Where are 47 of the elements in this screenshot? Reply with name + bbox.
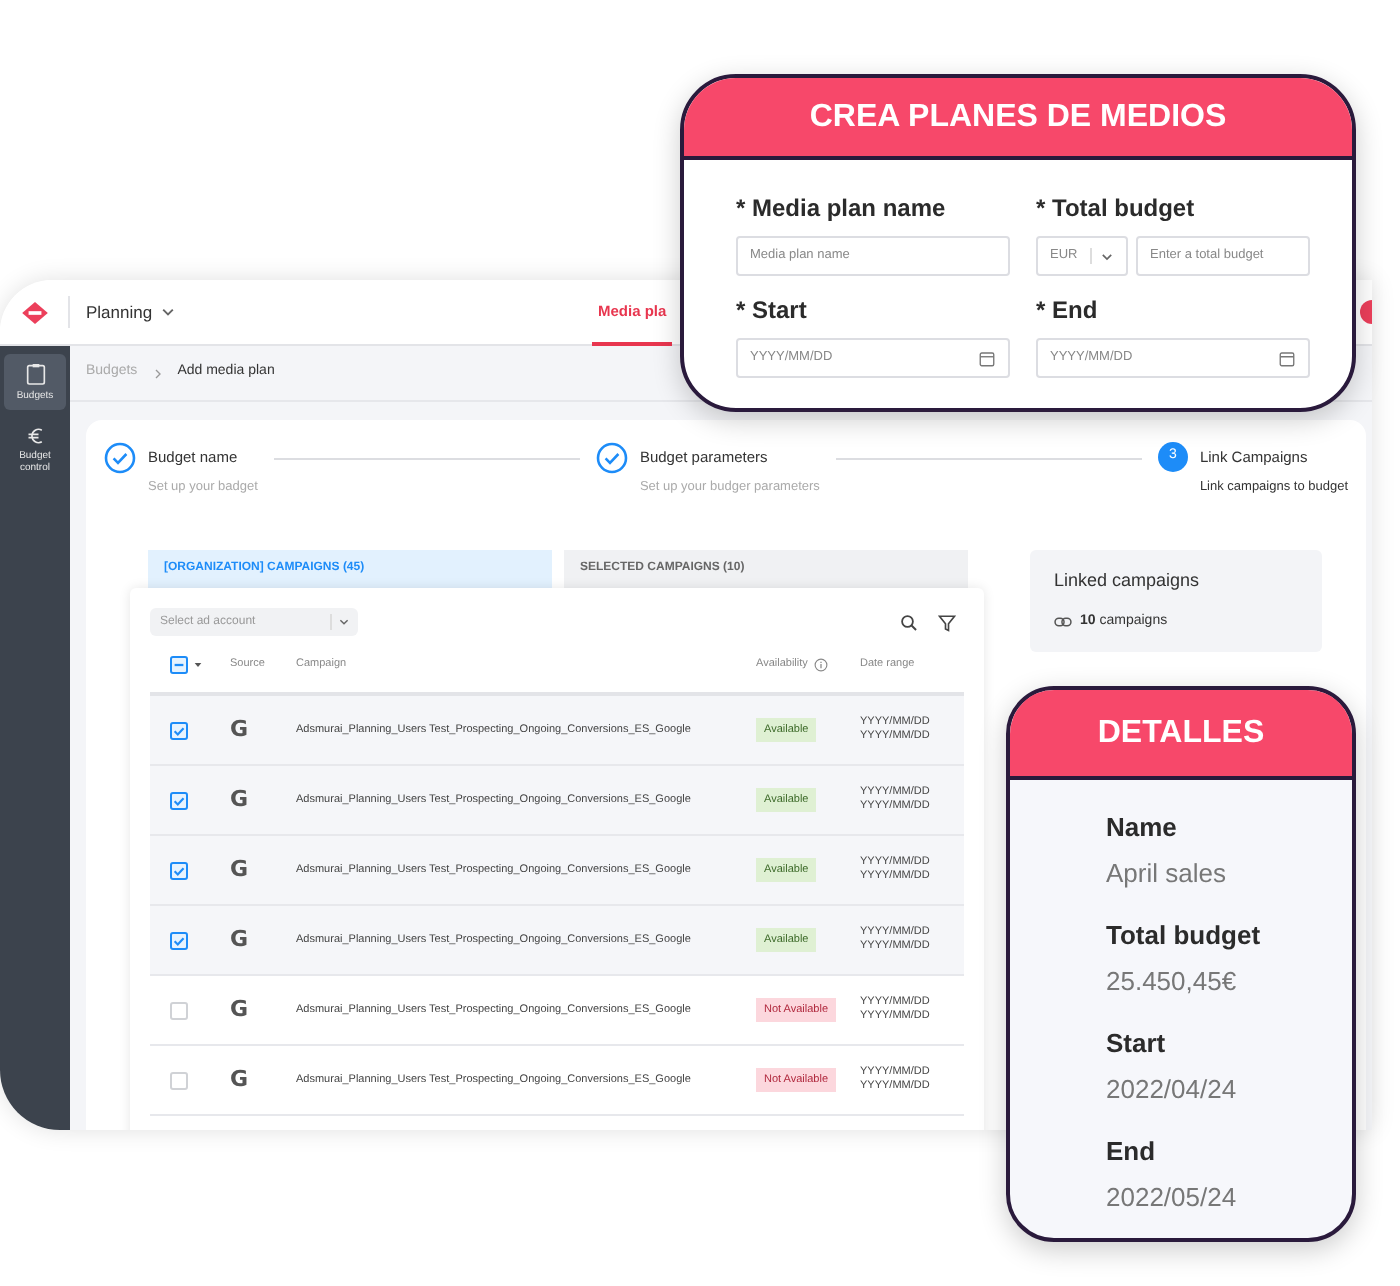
checkbox[interactable] bbox=[170, 861, 188, 879]
detail-label: Total budget bbox=[1106, 918, 1263, 954]
chevron-right-icon bbox=[153, 367, 162, 379]
checkbox[interactable] bbox=[170, 931, 188, 949]
source-logo: G bbox=[230, 783, 251, 816]
source-logo: G bbox=[230, 1063, 251, 1096]
detail-label: Name bbox=[1106, 810, 1179, 846]
check-icon bbox=[172, 863, 186, 877]
detail-value: 2022/04/24 bbox=[1106, 1071, 1239, 1107]
chevron-down-icon bbox=[160, 304, 177, 320]
field-label: * Media plan name bbox=[736, 192, 948, 226]
field-label: * End bbox=[1036, 294, 1100, 328]
checkbox[interactable] bbox=[170, 655, 188, 673]
detail-value: 25.450,45€ bbox=[1106, 963, 1239, 999]
caret-icon[interactable] bbox=[194, 661, 202, 667]
detail-label: End bbox=[1106, 1134, 1158, 1170]
field-label: * Total budget bbox=[1036, 192, 1197, 226]
calendar-icon bbox=[1278, 349, 1296, 367]
checkbox[interactable] bbox=[170, 1001, 188, 1019]
checkbox[interactable] bbox=[170, 791, 188, 809]
card-title: DETALLES bbox=[1010, 690, 1352, 780]
field-label: * Start bbox=[736, 294, 809, 328]
detail-value: April sales bbox=[1106, 855, 1228, 892]
check-icon bbox=[172, 793, 186, 807]
source-logo: G bbox=[230, 993, 251, 1026]
check-icon bbox=[172, 933, 186, 947]
search-icon[interactable] bbox=[900, 613, 918, 631]
filter-icon[interactable] bbox=[938, 613, 956, 631]
chevron-down-icon bbox=[1100, 249, 1114, 263]
panel-title: Linked campaigns bbox=[1054, 568, 1202, 594]
link-icon bbox=[1054, 615, 1072, 628]
detail-value: 2022/05/24 bbox=[1106, 1179, 1239, 1215]
card-title: CREA PLANES DE MEDIOS bbox=[684, 78, 1352, 160]
checkbox[interactable] bbox=[170, 721, 188, 739]
source-logo: G bbox=[230, 923, 251, 956]
chevron-down-icon bbox=[338, 616, 350, 628]
calendar-icon bbox=[978, 349, 996, 367]
workspace-dropdown[interactable]: Planning bbox=[86, 299, 177, 325]
checkbox[interactable] bbox=[170, 1071, 188, 1089]
detail-label: Start bbox=[1106, 1026, 1168, 1062]
euro-icon bbox=[25, 426, 45, 446]
source-logo: G bbox=[230, 853, 251, 886]
clipboard-icon bbox=[25, 362, 45, 386]
info-icon bbox=[813, 657, 828, 671]
check-icon bbox=[172, 723, 186, 737]
logo-icon bbox=[22, 301, 48, 323]
source-logo: G bbox=[230, 713, 251, 746]
